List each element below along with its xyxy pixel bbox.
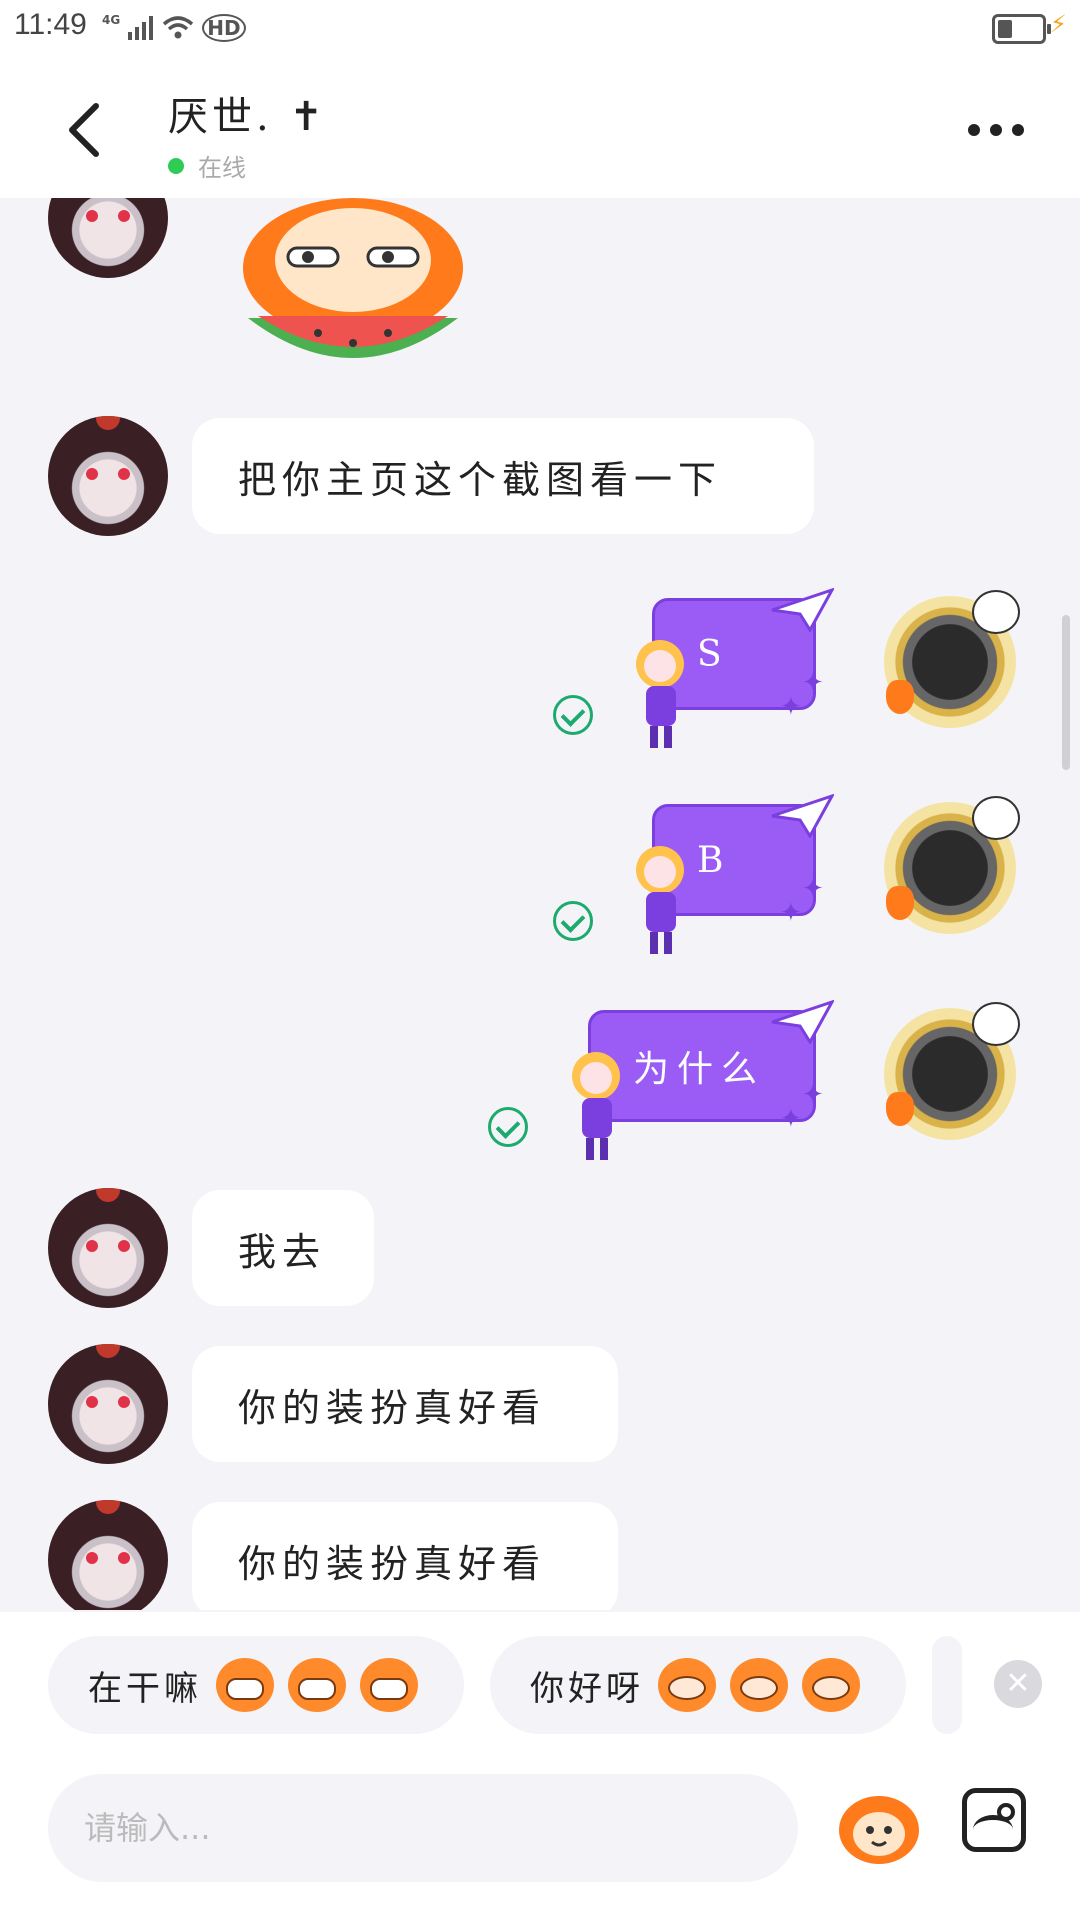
message-input[interactable] [48,1774,798,1882]
sparkle-icon: ✦ [780,1104,802,1134]
paper-plane-icon [771,1000,834,1044]
smiling-orange-face-icon [802,1658,860,1712]
chevron-left-icon[interactable] [62,100,106,160]
more-options-button[interactable] [968,124,1024,136]
message-bubble[interactable]: 把你主页这个截图看一下 [192,418,814,534]
status-bar: 11:49 4G HD ⚡ [0,0,1080,60]
scrollbar[interactable] [1062,615,1070,770]
status-icons: 4G HD [102,10,246,46]
paper-plane-icon [771,794,834,838]
paper-plane-icon [771,588,834,632]
chat-header: 厌世. ✝ 在线 [0,60,1080,198]
message-bubble[interactable]: 我去 [192,1190,374,1306]
status-time: 11:49 [14,8,87,41]
message-list[interactable]: 把你主页这个截图看一下 S ✦ ✦ B ✦ ✦ 为什么 ✦ ✦ 我去 你的装扮真… [0,198,1080,1610]
smiling-orange-face-icon [730,1658,788,1712]
quick-reply-chip-partial[interactable] [932,1636,962,1734]
input-bar [0,1760,1080,1920]
wifi-icon [163,16,194,39]
quick-reply-label: 在干嘛 [88,1668,202,1709]
online-status-label: 在线 [198,154,246,182]
sparkle-icon: ✦ [802,668,824,698]
sparkle-icon: ✦ [780,692,802,722]
online-dot-icon [168,157,184,174]
message-bubble[interactable]: 你的装扮真好看 [192,1502,618,1610]
read-check-icon [553,901,593,941]
charging-icon: ⚡ [1050,10,1067,38]
message-bubble[interactable]: 你的装扮真好看 [192,1346,618,1462]
my-avatar[interactable] [884,1002,1020,1140]
my-avatar[interactable] [884,796,1020,934]
battery-icon [992,14,1051,44]
contact-name[interactable]: 厌世. ✝ [168,84,327,142]
quick-reply-bar: 在干嘛 你好呀 ✕ [0,1612,1080,1760]
grinning-orange-face-icon [216,1658,274,1712]
contact-avatar[interactable] [48,1188,168,1308]
emoji-sticker-button[interactable] [836,1782,922,1868]
sparkle-icon: ✦ [780,898,802,928]
quick-reply-chip[interactable]: 在干嘛 [48,1636,464,1734]
grinning-orange-face-icon [360,1658,418,1712]
close-icon[interactable]: ✕ [994,1660,1042,1708]
quick-reply-label: 你好呀 [530,1668,644,1709]
sparkle-icon: ✦ [802,1080,824,1110]
grinning-orange-face-icon [288,1658,346,1712]
network-type: 4G [102,13,121,27]
contact-avatar[interactable] [48,198,168,278]
quick-reply-chip[interactable]: 你好呀 [490,1636,906,1734]
signal-icon [128,16,154,40]
girl-sticker-icon [636,846,684,954]
hd-icon: HD [202,14,246,42]
online-status: 在线 [168,148,246,183]
image-picker-button[interactable] [962,1788,1026,1852]
contact-avatar[interactable] [48,1500,168,1610]
read-check-icon [553,695,593,735]
read-check-icon [488,1107,528,1147]
girl-sticker-icon [636,640,684,748]
smiling-orange-face-icon [658,1658,716,1712]
watermelon-sticker[interactable] [228,198,478,370]
girl-sticker-icon [572,1052,620,1160]
contact-avatar[interactable] [48,416,168,536]
my-avatar[interactable] [884,590,1020,728]
sparkle-icon: ✦ [802,874,824,904]
contact-avatar[interactable] [48,1344,168,1464]
